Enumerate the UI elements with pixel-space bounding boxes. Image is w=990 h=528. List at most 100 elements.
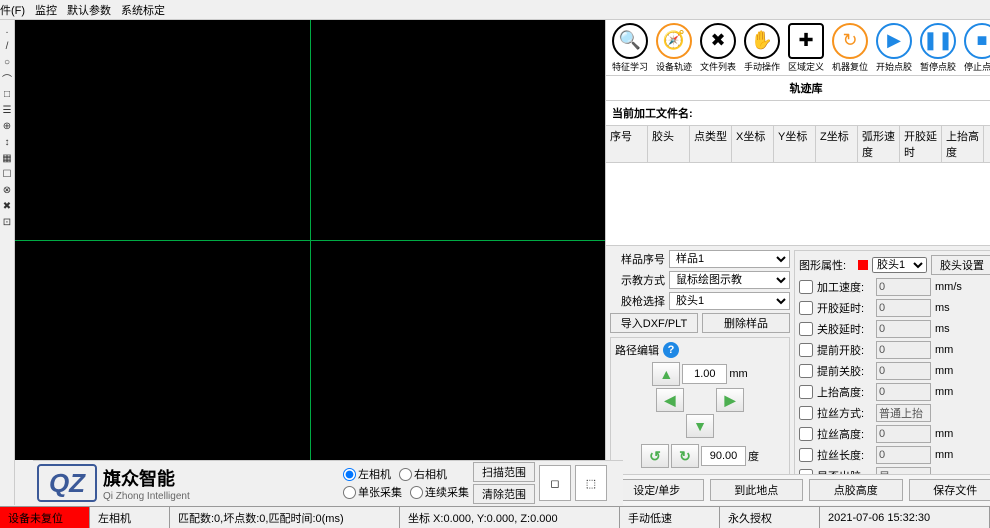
delete-sample-button[interactable]: 删除样品 xyxy=(702,313,790,333)
col-上抬高度[interactable]: 上抬高度 xyxy=(942,126,984,162)
col-点类型[interactable]: 点类型 xyxy=(690,126,732,162)
prop-label: 提前开胶: xyxy=(817,342,872,358)
scan-range-icon[interactable]: ⬚ xyxy=(575,465,607,501)
toolbar-label: 手动操作 xyxy=(744,60,780,73)
toolbar-暂停点胶[interactable]: ❚❚暂停点胶 xyxy=(917,22,959,74)
glue-select[interactable]: 胶头1 xyxy=(669,292,790,310)
prop-unit: mm xyxy=(935,344,959,356)
col-Y坐标[interactable]: Y坐标 xyxy=(774,126,816,162)
status-auth: 永久授权 xyxy=(720,507,820,528)
arrow-left-button[interactable]: ◀ xyxy=(656,388,684,412)
arrow-down-button[interactable]: ▼ xyxy=(686,414,714,438)
radio-single-capture[interactable]: 单张采集 xyxy=(343,484,402,500)
glue-head-select[interactable]: 胶头1 xyxy=(872,257,927,273)
tool-2[interactable]: ○ xyxy=(0,55,14,69)
tool-6[interactable]: ⊕ xyxy=(0,119,14,133)
prop-row-是否出胶:: 是否出胶: xyxy=(799,467,990,474)
radio-right-camera[interactable]: 右相机 xyxy=(399,466,447,482)
prop-input xyxy=(876,362,931,380)
tool-9[interactable]: ☐ xyxy=(0,167,14,181)
toolbar-区域定义[interactable]: ✚区域定义 xyxy=(785,22,827,74)
dispense-height-button[interactable]: 点胶高度 xyxy=(809,479,903,501)
set-step-button[interactable]: 设定/单步 xyxy=(610,479,704,501)
rotate-ccw-button[interactable]: ↺ xyxy=(641,444,669,468)
手动操作-icon: ✋ xyxy=(744,23,780,59)
clear-range-button[interactable]: 清除范围 xyxy=(473,484,535,504)
tool-3[interactable]: ⌒ xyxy=(0,71,14,85)
prop-checkbox[interactable] xyxy=(799,320,813,338)
col-X坐标[interactable]: X坐标 xyxy=(732,126,774,162)
toolbar-特征学习[interactable]: 🔍特征学习 xyxy=(609,22,651,74)
help-icon[interactable]: ? xyxy=(663,342,679,358)
prop-input xyxy=(876,341,931,359)
tool-11[interactable]: ✖ xyxy=(0,199,14,213)
col-序号[interactable]: 序号 xyxy=(606,126,648,162)
prop-checkbox[interactable] xyxy=(799,383,813,401)
tool-10[interactable]: ⊗ xyxy=(0,183,14,197)
radio-continuous-capture[interactable]: 连续采集 xyxy=(410,484,469,500)
toolbar-label: 开始点胶 xyxy=(876,60,912,73)
rotate-cw-button[interactable]: ↻ xyxy=(671,444,699,468)
menu-system-cal[interactable]: 系统标定 xyxy=(121,2,165,18)
toolbar-手动操作[interactable]: ✋手动操作 xyxy=(741,22,783,74)
col-弧形速度[interactable]: 弧形速度 xyxy=(858,126,900,162)
prop-checkbox[interactable] xyxy=(799,341,813,359)
menu-file[interactable]: 件(F) xyxy=(0,2,25,18)
prop-label: 提前关胶: xyxy=(817,363,872,379)
radio-left-camera[interactable]: 左相机 xyxy=(343,466,391,482)
col-开胶延时[interactable]: 开胶延时 xyxy=(900,126,942,162)
特征学习-icon: 🔍 xyxy=(612,23,648,59)
menu-default-params[interactable]: 默认参数 xyxy=(67,2,111,18)
toolbar-label: 区域定义 xyxy=(788,60,824,73)
head-settings-button[interactable]: 胶头设置 xyxy=(931,255,990,275)
prop-checkbox[interactable] xyxy=(799,299,813,317)
col-胶头[interactable]: 胶头 xyxy=(648,126,690,162)
logo-english: Qi Zhong Intelligent xyxy=(103,491,190,502)
tool-1[interactable]: / xyxy=(0,39,14,53)
prop-input xyxy=(876,446,931,464)
prop-label: 拉丝方式: xyxy=(817,405,872,421)
arrow-right-button[interactable]: ▶ xyxy=(716,388,744,412)
photo-locate-icon[interactable]: ◻ xyxy=(539,465,571,501)
prop-checkbox[interactable] xyxy=(799,404,813,422)
current-file-label: 当前加工文件名: xyxy=(606,101,990,126)
tool-12[interactable]: ⊡ xyxy=(0,215,14,229)
path-edit-panel: 路径编辑 ? ▲ mm ◀ ▶ xyxy=(610,337,790,474)
track-table[interactable]: 序号胶头点类型X坐标Y坐标Z坐标弧形速度开胶延时上抬高度 xyxy=(606,126,990,246)
tool-5[interactable]: ☰ xyxy=(0,103,14,117)
prop-checkbox[interactable] xyxy=(799,278,813,296)
toolbar-设备轨迹[interactable]: 🧭设备轨迹 xyxy=(653,22,695,74)
tool-8[interactable]: ▦ xyxy=(0,151,14,165)
prop-checkbox[interactable] xyxy=(799,362,813,380)
canvas-viewport[interactable] xyxy=(15,20,605,460)
teach-method-select[interactable]: 鼠标绘图示教 xyxy=(669,271,790,289)
toolbar-label: 文件列表 xyxy=(700,60,736,73)
prop-checkbox[interactable] xyxy=(799,446,813,464)
toolbar-机器复位[interactable]: ↻机器复位 xyxy=(829,22,871,74)
arrow-up-button[interactable]: ▲ xyxy=(652,362,680,386)
tool-7[interactable]: ↕ xyxy=(0,135,14,149)
toolbar-开始点胶[interactable]: ▶开始点胶 xyxy=(873,22,915,74)
step-mm-input[interactable] xyxy=(682,364,727,384)
save-file-button[interactable]: 保存文件 xyxy=(909,479,990,501)
tool-4[interactable]: □ xyxy=(0,87,14,101)
prop-row-加工速度:: 加工速度:mm/s xyxy=(799,278,990,296)
status-mode: 手动低速 xyxy=(620,507,720,528)
track-library-title: 轨迹库 xyxy=(606,76,990,101)
prop-row-开胶延时:: 开胶延时:ms xyxy=(799,299,990,317)
status-device: 设备未复位 xyxy=(0,507,90,528)
prop-row-上抬高度:: 上抬高度:mm xyxy=(799,383,990,401)
toolbar-文件列表[interactable]: ✖文件列表 xyxy=(697,22,739,74)
prop-checkbox[interactable] xyxy=(799,467,813,474)
path-edit-title: 路径编辑 xyxy=(615,342,659,358)
sample-no-select[interactable]: 样品1 xyxy=(669,250,790,268)
goto-point-button[interactable]: 到此地点 xyxy=(710,479,804,501)
prop-checkbox[interactable] xyxy=(799,425,813,443)
scan-range-button[interactable]: 扫描范围 xyxy=(473,462,535,482)
col-Z坐标[interactable]: Z坐标 xyxy=(816,126,858,162)
toolbar-停止点胶[interactable]: ■停止点胶 xyxy=(961,22,990,74)
deg-input[interactable] xyxy=(701,446,746,466)
menu-monitor[interactable]: 监控 xyxy=(35,2,57,18)
import-dxf-button[interactable]: 导入DXF/PLT xyxy=(610,313,698,333)
tool-0[interactable]: . xyxy=(0,23,14,37)
